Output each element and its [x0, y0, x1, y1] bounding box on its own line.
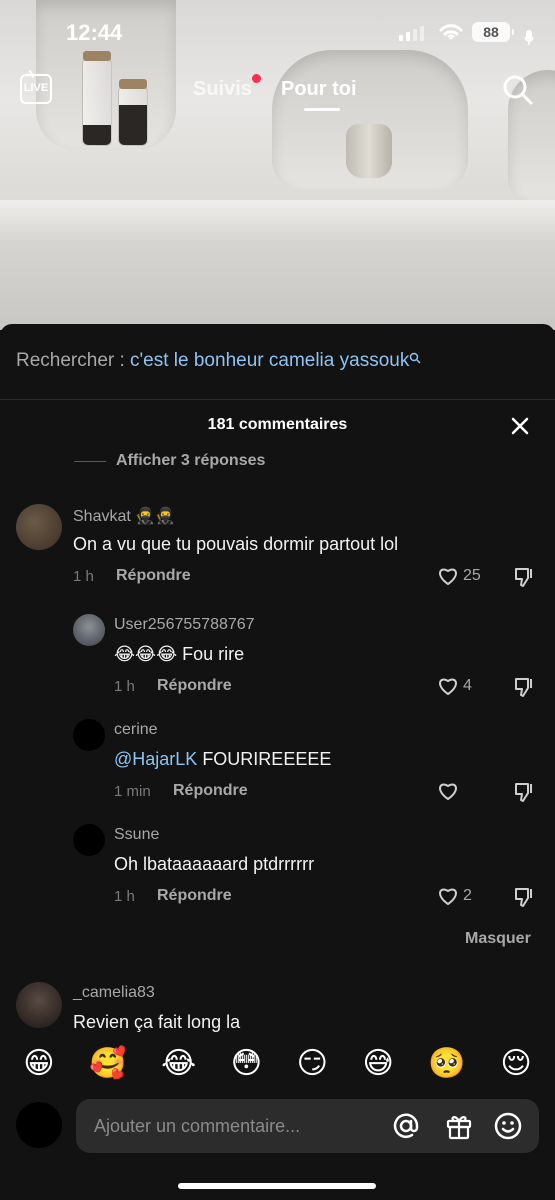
live-label: LIVE: [23, 82, 49, 94]
emoji-button[interactable]: 😅: [363, 1046, 394, 1082]
emoji-quick-bar: 😁 🥰 😂 😳 😏 😅 🥺 😌: [0, 1044, 555, 1084]
user-mention[interactable]: @HajarLK: [114, 749, 197, 769]
avatar[interactable]: [73, 614, 105, 646]
comment-username[interactable]: cerine: [114, 721, 158, 739]
search-icon: [410, 352, 421, 364]
glass-jar: [118, 79, 148, 146]
home-indicator[interactable]: [178, 1183, 376, 1189]
like-count: 4: [463, 677, 472, 694]
comment-username[interactable]: Ssune: [114, 826, 159, 844]
dislike-icon[interactable]: [513, 676, 535, 698]
search-icon[interactable]: [502, 74, 534, 106]
emoji-button[interactable]: 😌: [500, 1046, 531, 1082]
current-user-avatar: [16, 1102, 62, 1148]
comment-time: 1 h: [114, 678, 135, 695]
comment-text-body: FOURIREEEEE: [197, 749, 332, 769]
dislike-icon[interactable]: [513, 566, 535, 588]
comment-time: 1 min: [114, 783, 151, 800]
comment-input[interactable]: [94, 1099, 384, 1153]
like-button[interactable]: [437, 781, 463, 801]
comment-username[interactable]: User256755788767: [114, 616, 255, 634]
ceramic-vase: [346, 124, 392, 178]
notification-dot: [252, 74, 261, 83]
hide-replies-button[interactable]: Masquer: [465, 930, 531, 948]
dislike-icon[interactable]: [513, 886, 535, 908]
comment-text: @HajarLK FOURIREEEEE: [114, 749, 331, 770]
thread-line: [74, 460, 106, 462]
like-count: 25: [463, 567, 481, 584]
mention-icon[interactable]: [392, 1112, 420, 1140]
dislike-icon[interactable]: [513, 781, 535, 803]
close-icon[interactable]: [510, 416, 530, 436]
wall-ledge: [0, 200, 555, 240]
like-button[interactable]: 4: [437, 676, 472, 696]
divider: [0, 399, 555, 400]
comment-text: Revien ça fait long la: [73, 1012, 241, 1032]
heart-icon: [439, 888, 457, 906]
related-search-prefix: Rechercher :: [16, 350, 131, 371]
tab-for-you[interactable]: Pour toi: [281, 78, 357, 101]
like-button[interactable]: 2: [437, 886, 472, 906]
show-replies-button[interactable]: Afficher 3 réponses: [74, 452, 265, 470]
wifi-icon: [439, 24, 463, 40]
gift-icon[interactable]: [445, 1112, 473, 1140]
emoji-picker-icon[interactable]: [494, 1112, 522, 1140]
heart-icon: [439, 678, 457, 696]
comment-text: On a vu que tu pouvais dormir partout lo…: [73, 534, 399, 554]
tab-following[interactable]: Suivis: [193, 78, 252, 101]
battery-indicator: 88: [472, 22, 514, 42]
emoji-button[interactable]: 😂: [161, 1046, 196, 1082]
reply-button[interactable]: Répondre: [157, 887, 232, 905]
related-search-link[interactable]: Rechercher : c'est le bonheur camelia ya…: [16, 350, 421, 372]
clock: 12:44: [66, 20, 123, 45]
active-tab-indicator: [304, 108, 340, 111]
comment-text: 😂😂😂 Fou rire: [114, 644, 245, 664]
show-replies-label: Afficher 3 réponses: [116, 452, 266, 469]
status-bar: 12:44 88: [0, 0, 555, 64]
microphone-icon: [524, 30, 534, 45]
comment-text: Oh lbataaaaaard ptdrrrrrr: [114, 854, 315, 874]
comment-username[interactable]: _camelia83: [73, 984, 155, 1002]
like-count: 2: [463, 887, 472, 904]
comments-count: 181 commentaires: [207, 416, 348, 433]
avatar[interactable]: [73, 824, 105, 856]
avatar[interactable]: [16, 504, 62, 550]
comment-username[interactable]: Shavkat 🥷🥷: [73, 506, 175, 526]
related-search-query: c'est le bonheur camelia yassouk: [130, 350, 410, 371]
comment-time: 1 h: [114, 888, 135, 905]
avatar[interactable]: [73, 719, 105, 751]
reply-button[interactable]: Répondre: [157, 677, 232, 695]
emoji-button[interactable]: 😏: [297, 1046, 328, 1082]
like-button[interactable]: 25: [437, 566, 481, 586]
emoji-button[interactable]: 🥰: [89, 1046, 126, 1082]
comment-composer: [76, 1099, 539, 1153]
glass-jar: [82, 51, 112, 146]
avatar[interactable]: [16, 982, 62, 1028]
reply-button[interactable]: Répondre: [173, 782, 248, 800]
live-button[interactable]: LIVE: [20, 74, 52, 104]
emoji-button[interactable]: 😳: [231, 1046, 262, 1082]
comment-time: 1 h: [73, 568, 94, 585]
emoji-button[interactable]: 🥺: [428, 1046, 465, 1082]
cellular-signal-icon: [399, 26, 424, 41]
heart-icon: [439, 783, 457, 801]
heart-icon: [439, 568, 457, 586]
reply-button[interactable]: Répondre: [116, 567, 191, 585]
emoji-button[interactable]: 😁: [23, 1046, 54, 1082]
